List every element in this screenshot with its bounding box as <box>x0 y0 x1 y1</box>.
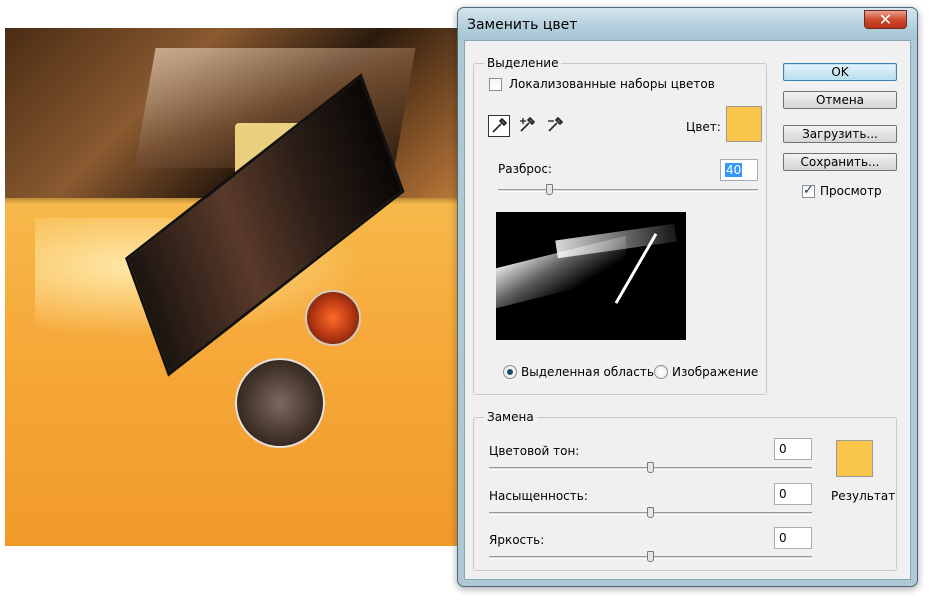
selection-group: Выделение Локализованные наборы цветов Ц… <box>473 56 767 395</box>
close-icon: ✕ <box>878 10 893 29</box>
selection-preview[interactable] <box>496 212 686 340</box>
preview-label: Просмотр <box>820 184 882 198</box>
fuzziness-slider-track[interactable] <box>498 189 758 192</box>
title-bar[interactable]: Заменить цвет ✕ <box>458 8 917 40</box>
close-button[interactable]: ✕ <box>864 10 907 29</box>
cancel-button[interactable]: Отмена <box>783 91 897 109</box>
result-color-swatch[interactable] <box>836 440 873 477</box>
photo-lamp-clear <box>235 358 325 448</box>
saturation-slider-thumb[interactable] <box>647 507 654 518</box>
color-label: Цвет: <box>686 120 721 134</box>
background-photo <box>5 28 465 546</box>
eyedropper-plus-icon[interactable] <box>516 115 538 137</box>
hue-slider-thumb[interactable] <box>647 462 654 473</box>
ok-button[interactable]: OK <box>783 63 897 81</box>
result-label: Результат <box>831 489 896 503</box>
fuzziness-input[interactable]: 40 <box>720 159 758 181</box>
lightness-input[interactable]: 0 <box>774 527 812 549</box>
replacement-group: Замена Цветовой тон: 0 Насыщенность: 0 Я… <box>473 410 897 571</box>
replacement-group-label: Замена <box>484 410 537 424</box>
dialog-title: Заменить цвет <box>467 17 578 33</box>
saturation-label: Насыщенность: <box>489 489 588 503</box>
fuzziness-slider-thumb[interactable] <box>546 184 553 195</box>
save-button[interactable]: Сохранить... <box>783 153 897 171</box>
load-button[interactable]: Загрузить... <box>783 125 897 143</box>
replace-color-dialog: Заменить цвет ✕ Выделение Локализованные… <box>457 7 918 587</box>
preview-checkbox[interactable] <box>802 183 815 198</box>
photo-lamp-red <box>305 290 361 346</box>
hue-label: Цветовой тон: <box>489 444 580 458</box>
radio-selection-label: Выделенная область <box>521 365 654 379</box>
hue-input[interactable]: 0 <box>774 438 812 460</box>
saturation-input[interactable]: 0 <box>774 483 812 505</box>
fuzziness-label: Разброс: <box>498 162 552 176</box>
selection-color-swatch[interactable] <box>726 106 762 142</box>
dialog-client: Выделение Локализованные наборы цветов Ц… <box>464 40 911 580</box>
saturation-value: 0 <box>779 487 787 501</box>
radio-image-label: Изображение <box>672 365 759 379</box>
radio-image[interactable] <box>654 365 668 379</box>
lightness-value: 0 <box>779 531 787 545</box>
fuzziness-value: 40 <box>725 163 743 177</box>
selection-group-label: Выделение <box>484 56 562 70</box>
localized-clusters-label: Локализованные наборы цветов <box>509 77 715 91</box>
radio-selection[interactable] <box>503 365 517 379</box>
eyedropper-minus-icon[interactable] <box>544 115 566 137</box>
hue-value: 0 <box>779 442 787 456</box>
lightness-label: Яркость: <box>489 533 545 547</box>
lightness-slider-thumb[interactable] <box>647 551 654 562</box>
localized-clusters-checkbox[interactable] <box>489 78 502 91</box>
eyedropper-icon[interactable] <box>488 115 510 137</box>
